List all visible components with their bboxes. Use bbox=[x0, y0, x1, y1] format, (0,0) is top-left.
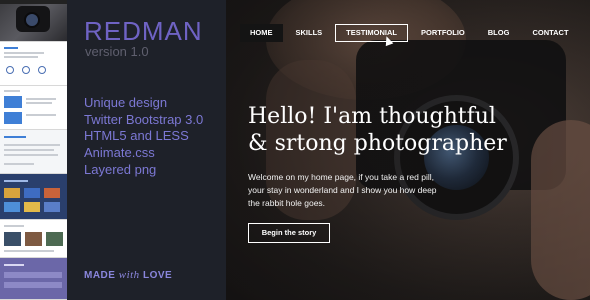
hero-subtext: Welcome on my home page, if you take a r… bbox=[248, 172, 437, 208]
thumbnail-features bbox=[0, 86, 67, 130]
preview-thumbnails bbox=[0, 0, 67, 300]
feature-item: Unique design bbox=[84, 95, 168, 110]
thumbnail-testimonial bbox=[0, 130, 67, 174]
nav-contact[interactable]: CONTACT bbox=[522, 24, 578, 42]
hero-section: HOME SKILLS TESTIMONIAL PORTFOLIO BLOG C… bbox=[226, 0, 590, 300]
thumbnail-blog bbox=[0, 220, 67, 258]
feature-item: Animate.css bbox=[84, 145, 155, 161]
thumbnail-portfolio bbox=[0, 174, 67, 220]
hero-headline: Hello! I'am thoughtful & srtong photogra… bbox=[248, 104, 507, 156]
thumbnail-contact bbox=[0, 258, 67, 300]
nav-portfolio[interactable]: PORTFOLIO bbox=[411, 24, 475, 42]
made-with-love: MADE with LOVE bbox=[84, 269, 173, 281]
main-nav: HOME SKILLS TESTIMONIAL PORTFOLIO BLOG C… bbox=[240, 24, 582, 42]
feature-list: Unique design Twitter Bootstrap 3.0 HTML… bbox=[84, 95, 203, 179]
thumbnail-hero bbox=[0, 0, 67, 42]
feature-item: Twitter Bootstrap 3.0 bbox=[84, 111, 204, 127]
nav-skills[interactable]: SKILLS bbox=[286, 24, 333, 42]
begin-story-button[interactable]: Begin the story bbox=[248, 223, 330, 243]
feature-item: HTML5 and LESS bbox=[84, 128, 189, 144]
feature-item: Layered png bbox=[84, 161, 157, 177]
nav-blog[interactable]: BLOG bbox=[478, 24, 520, 42]
nav-home[interactable]: HOME bbox=[240, 24, 283, 42]
thumbnail-skills bbox=[0, 42, 67, 86]
nav-testimonial[interactable]: TESTIMONIAL bbox=[335, 24, 409, 42]
version-label: version 1.0 bbox=[85, 44, 149, 59]
brand-title: REDMAN bbox=[84, 16, 203, 46]
info-panel: REDMAN version 1.0 Unique design Twitter… bbox=[67, 0, 226, 300]
